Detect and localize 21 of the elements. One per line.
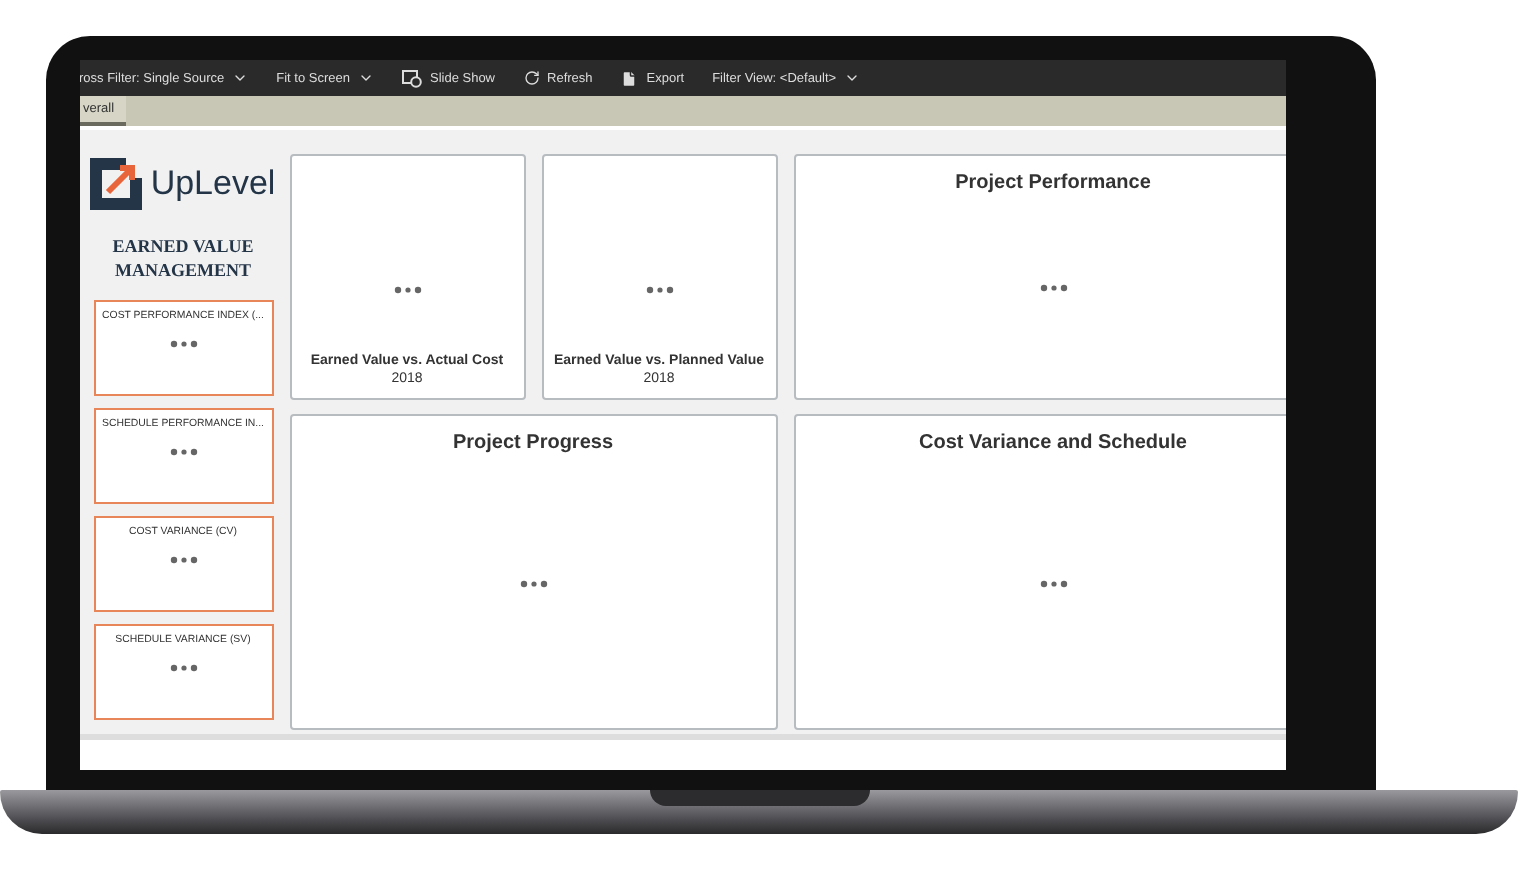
logo-icon — [90, 158, 143, 210]
loading-dots-icon — [169, 340, 197, 348]
loading-dots-icon — [169, 664, 197, 672]
refresh-icon — [523, 70, 540, 86]
file-icon — [620, 69, 639, 87]
loading-dots-icon — [169, 556, 197, 564]
loading-dots-icon — [1039, 579, 1067, 587]
panel-title: Project Performance — [955, 172, 1151, 194]
chevron-down-icon — [232, 70, 249, 86]
chevron-down-icon — [844, 70, 861, 86]
dashboard-title: EARNED VALUE MANAGEMENT — [110, 234, 256, 282]
loading-dots-icon — [519, 579, 547, 587]
screen-clock-icon — [401, 69, 422, 87]
brand-name: UpLevel — [150, 164, 276, 204]
loading-dots-icon — [169, 448, 197, 456]
chevron-down-icon — [357, 70, 374, 86]
panel-title: Cost Variance and Schedule — [919, 432, 1187, 454]
loading-dots-icon — [645, 285, 673, 293]
loading-dots-icon — [1039, 284, 1067, 292]
loading-dots-icon — [393, 285, 421, 293]
panel-title: Project Progress — [452, 432, 614, 454]
